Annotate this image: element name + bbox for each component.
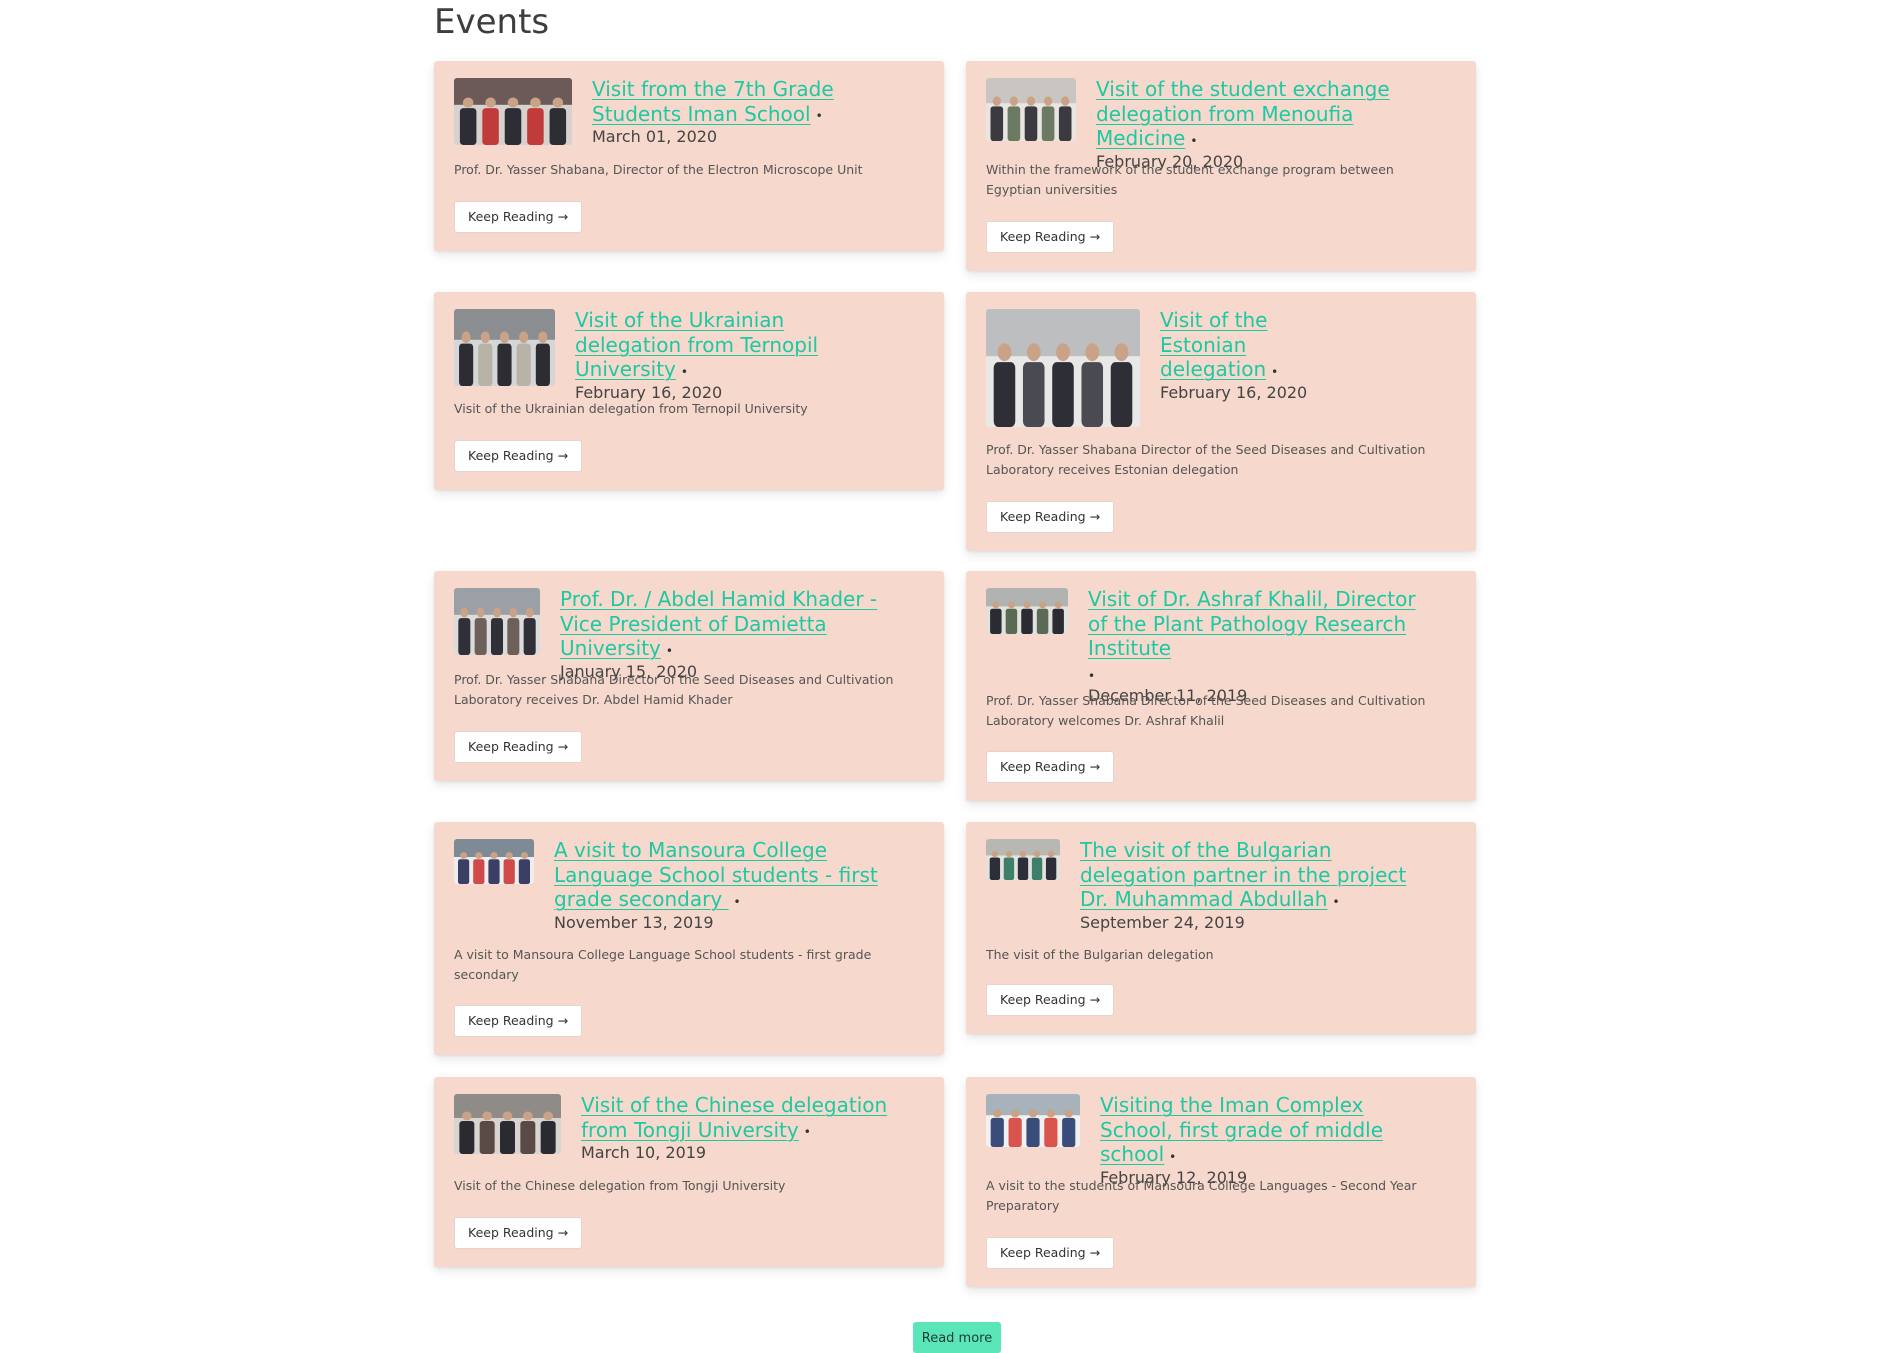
event-thumbnail-icon[interactable] <box>986 309 1140 427</box>
event-excerpt: Visit of the Ukrainian delegation from T… <box>454 401 808 416</box>
event-card: Visit of the student exchange delegation… <box>966 61 1476 271</box>
event-thumbnail-icon[interactable] <box>454 588 540 655</box>
event-title-block: Visit of the Estonian delegation • Februa… <box>1160 308 1356 404</box>
event-card: Visiting the Iman Complex School, first … <box>966 1077 1476 1287</box>
event-title-block: A visit to Mansoura College Language Sch… <box>554 838 904 934</box>
event-title-block: Visit of the Ukrainian delegation from T… <box>575 308 884 404</box>
separator-dot: • <box>1332 894 1340 909</box>
separator-dot: • <box>1088 668 1096 683</box>
event-title-block: The visit of the Bulgarian delegation pa… <box>1080 838 1428 934</box>
event-date: February 16, 2020 <box>1160 382 1308 402</box>
event-excerpt: The visit of the Bulgarian delegation <box>986 947 1214 962</box>
event-date: March 01, 2020 <box>592 127 718 146</box>
event-title-link[interactable]: A visit to Mansoura College Language Sch… <box>554 838 878 911</box>
event-card: Visit of the Chinese delegation from Ton… <box>434 1077 944 1267</box>
keep-reading-button[interactable]: Keep Reading → <box>454 1005 583 1037</box>
event-excerpt: Prof. Dr. Yasser Shabana Director of the… <box>986 442 1426 477</box>
event-thumbnail-icon[interactable] <box>454 839 534 884</box>
event-date: November 13, 2019 <box>554 912 714 932</box>
event-thumbnail-icon[interactable] <box>454 1094 561 1154</box>
event-card: Visit from the 7th Grade Students Iman S… <box>434 61 944 251</box>
photo-icon <box>454 1094 561 1154</box>
separator-dot: • <box>680 364 688 379</box>
event-title-block: Visit of Dr. Ashraf Khalil, Director of … <box>1088 587 1440 707</box>
keep-reading-button[interactable]: Keep Reading → <box>454 1217 583 1249</box>
photo-icon <box>454 78 572 145</box>
keep-reading-button[interactable]: Keep Reading → <box>454 440 583 472</box>
keep-reading-button[interactable]: Keep Reading → <box>986 221 1115 253</box>
event-title-link[interactable]: Visit of the Ukrainian delegation from T… <box>575 308 818 381</box>
event-title-link[interactable]: Visit of the student exchange delegation… <box>1096 77 1390 150</box>
separator-dot: • <box>1190 133 1198 148</box>
keep-reading-button[interactable]: Keep Reading → <box>986 1237 1115 1269</box>
event-thumbnail-icon[interactable] <box>986 839 1060 880</box>
event-thumbnail-icon[interactable] <box>454 309 555 386</box>
event-excerpt: A visit to Mansoura College Language Sch… <box>454 947 872 982</box>
separator-dot: • <box>733 894 741 909</box>
separator-dot: • <box>665 643 673 658</box>
event-title-block: Visiting the Iman Complex School, first … <box>1100 1093 1428 1189</box>
separator-dot: • <box>1169 1149 1177 1164</box>
photo-icon <box>454 309 555 386</box>
event-date: March 10, 2019 <box>581 1143 707 1162</box>
event-title-block: Prof. Dr. / Abdel Hamid Khader - Vice Pr… <box>560 587 904 683</box>
keep-reading-button[interactable]: Keep Reading → <box>986 984 1115 1016</box>
photo-icon <box>986 588 1068 634</box>
event-title-link[interactable]: Prof. Dr. / Abdel Hamid Khader - Vice Pr… <box>560 587 877 660</box>
event-card: Visit of the Ukrainian delegation from T… <box>434 292 944 490</box>
event-date: September 24, 2019 <box>1080 912 1245 932</box>
event-title-link[interactable]: Visit of Dr. Ashraf Khalil, Director of … <box>1088 587 1416 660</box>
photo-icon <box>986 309 1140 427</box>
photo-icon <box>986 839 1060 880</box>
event-card: Prof. Dr. / Abdel Hamid Khader - Vice Pr… <box>434 571 944 781</box>
event-title-link[interactable]: The visit of the Bulgarian delegation pa… <box>1080 838 1406 911</box>
photo-icon <box>454 588 540 655</box>
event-excerpt: Visit of the Chinese delegation from Ton… <box>454 1178 786 1193</box>
event-card: The visit of the Bulgarian delegation pa… <box>966 822 1476 1034</box>
photo-icon <box>986 1094 1080 1147</box>
photo-icon <box>454 839 534 884</box>
event-thumbnail-icon[interactable] <box>454 78 572 145</box>
events-page: Events Visit from the 7th Grade Students… <box>0 0 1897 1353</box>
separator-dot: • <box>803 1125 811 1139</box>
keep-reading-button[interactable]: Keep Reading → <box>454 201 583 233</box>
event-excerpt: Prof. Dr. Yasser Shabana, Director of th… <box>454 162 863 177</box>
page-title: Events <box>434 2 550 42</box>
separator-dot: • <box>815 109 823 123</box>
event-card: Visit of the Estonian delegation • Februa… <box>966 292 1476 551</box>
event-thumbnail-icon[interactable] <box>986 78 1076 141</box>
keep-reading-button[interactable]: Keep Reading → <box>986 751 1115 783</box>
event-title-link[interactable]: Visit from the 7th Grade Students Iman S… <box>592 77 834 126</box>
event-excerpt: Prof. Dr. Yasser Shabana Director of the… <box>986 693 1426 728</box>
event-thumbnail-icon[interactable] <box>986 588 1068 634</box>
event-excerpt: Within the framework of the student exch… <box>986 162 1394 197</box>
event-card: Visit of Dr. Ashraf Khalil, Director of … <box>966 571 1476 801</box>
event-title-link[interactable]: Visit of the Estonian delegation <box>1160 308 1267 381</box>
event-title-block: Visit from the 7th Grade Students Iman S… <box>592 77 906 148</box>
event-title-block: Visit of the student exchange delegation… <box>1096 77 1446 173</box>
keep-reading-button[interactable]: Keep Reading → <box>454 731 583 763</box>
event-title-link[interactable]: Visit of the Chinese delegation from Ton… <box>581 1093 887 1142</box>
event-title-link[interactable]: Visiting the Iman Complex School, first … <box>1100 1093 1383 1166</box>
event-card: A visit to Mansoura College Language Sch… <box>434 822 944 1055</box>
read-more-button[interactable]: Read more <box>913 1322 1001 1353</box>
separator-dot: • <box>1271 364 1279 379</box>
keep-reading-button[interactable]: Keep Reading → <box>986 501 1115 533</box>
photo-icon <box>986 78 1076 141</box>
event-thumbnail-icon[interactable] <box>986 1094 1080 1147</box>
event-excerpt: A visit to the students of Mansoura Coll… <box>986 1178 1417 1213</box>
event-excerpt: Prof. Dr. Yasser Shabana Director of the… <box>454 672 894 707</box>
event-title-block: Visit of the Chinese delegation from Ton… <box>581 1093 916 1164</box>
